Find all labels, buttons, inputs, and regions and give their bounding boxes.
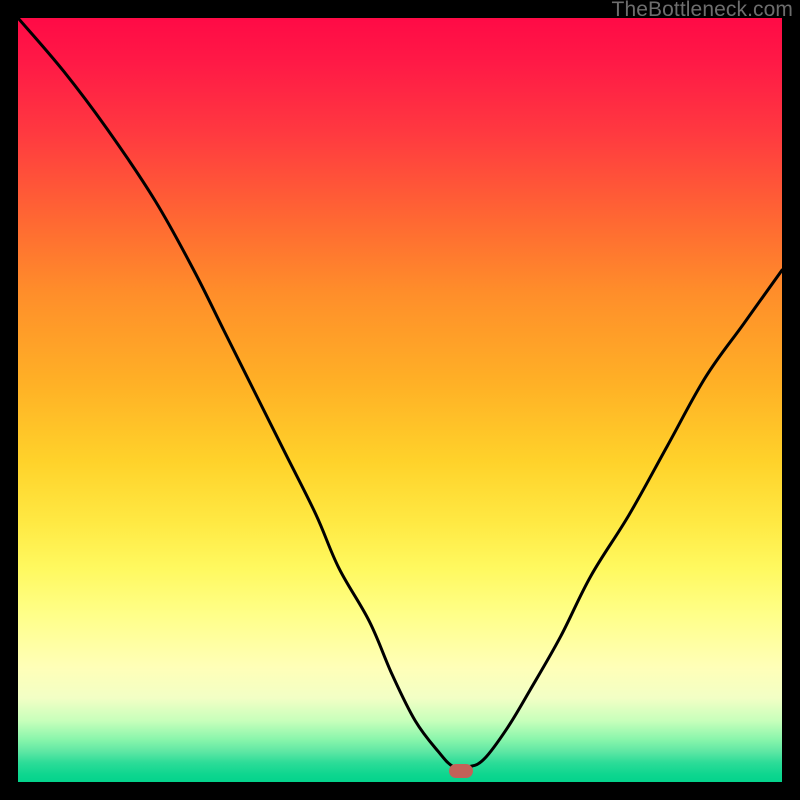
chart-frame: TheBottleneck.com [0,0,800,800]
chart-minimum-marker [449,764,473,778]
chart-plot-area [18,18,782,782]
watermark-text: TheBottleneck.com [612,0,793,22]
chart-line-series [18,18,782,782]
